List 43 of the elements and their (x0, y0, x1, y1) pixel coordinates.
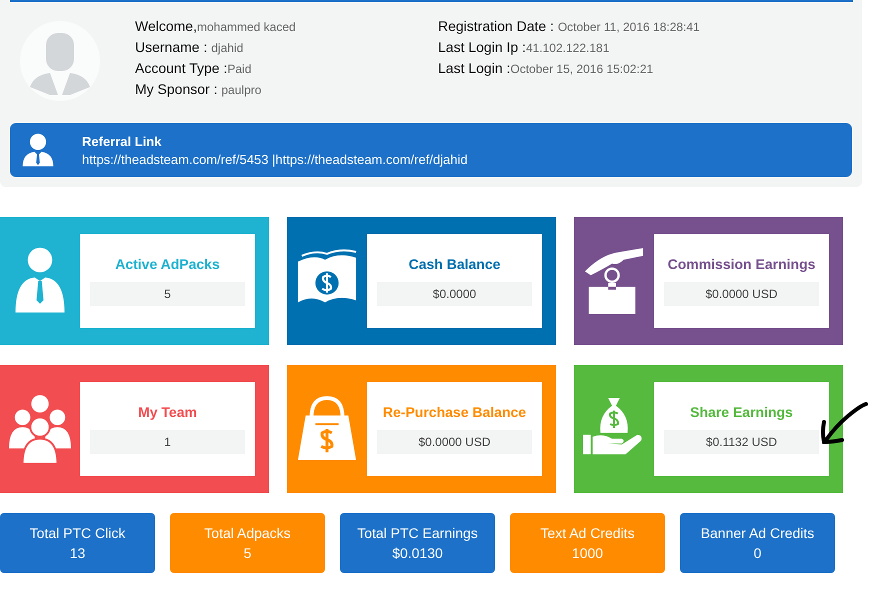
card-value: $0.0000 USD (664, 282, 819, 306)
info-label: My Sponsor : (135, 81, 218, 97)
card-value: 1 (90, 430, 245, 454)
referral-title: Referral Link (82, 134, 162, 148)
card-value: 5 (90, 282, 245, 306)
info-value: Paid (227, 62, 252, 76)
card-title: Commission Earnings (666, 256, 816, 272)
stat-value: 13 (70, 544, 86, 563)
info-label: Last Login Ip : (438, 39, 526, 55)
card-title: Active AdPacks (114, 256, 221, 272)
stat-value: 0 (754, 544, 762, 563)
donation-icon (583, 246, 645, 316)
stat-label: Banner Ad Credits (700, 524, 814, 543)
stat-value: 1000 (572, 544, 604, 563)
stat-label: Total PTC Earnings (357, 524, 478, 543)
card-title: My Team (137, 404, 198, 420)
stat-value: 5 (244, 544, 252, 563)
avatar-icon (20, 21, 100, 101)
card-title: Re-Purchase Balance (382, 404, 528, 420)
card-value: $0.1132 USD (664, 430, 819, 454)
info-label: Last Login : (438, 60, 510, 76)
stat-label: Total PTC Click (30, 524, 126, 543)
info-value: paulpro (221, 83, 262, 97)
person-icon (20, 131, 56, 169)
info-label: Account Type : (135, 60, 228, 76)
team-icon (9, 394, 71, 464)
stat-value: $0.0130 (392, 544, 443, 563)
referral-links: https://theadsteam.com/ref/5453 |https://theadsteam.com/ref/djahid (82, 152, 468, 166)
info-value: mohammed kaced (196, 20, 296, 34)
card-value: $0.0000 USD (377, 430, 532, 454)
card-title: Cash Balance (408, 256, 502, 272)
card-value: $0.0000 (377, 282, 532, 306)
arrow-drawing (820, 400, 870, 446)
info-value: October 15, 2016 15:02:21 (510, 62, 654, 76)
info-label: Registration Date : (438, 18, 555, 34)
info-value: October 11, 2016 18:28:41 (558, 20, 700, 34)
card-title: Share Earnings (689, 404, 794, 420)
info-label: Username : (135, 39, 208, 55)
stat-label: Text Ad Credits (540, 524, 635, 543)
info-label: Welcome, (135, 18, 197, 34)
info-value: 41.102.122.181 (526, 41, 610, 55)
stat-label: Total Adpacks (204, 524, 291, 543)
info-value: djahid (211, 41, 244, 55)
